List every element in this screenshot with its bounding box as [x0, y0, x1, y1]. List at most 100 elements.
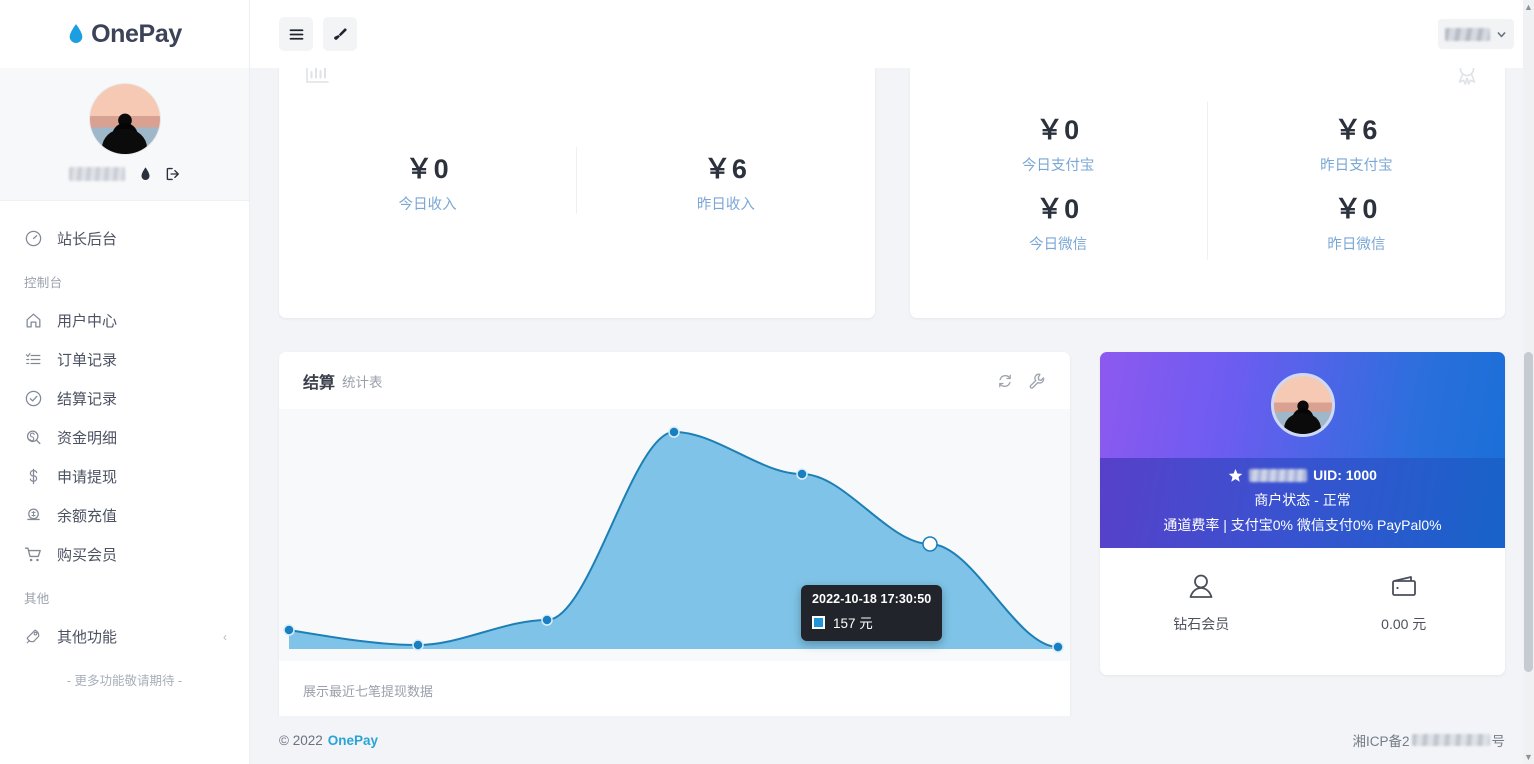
- profile-username-redacted: [68, 167, 125, 181]
- sidebar-item-label: 结算记录: [57, 391, 118, 408]
- water-drop-icon: [69, 24, 83, 43]
- sidebar-item-other-functions[interactable]: 其他功能 ‹: [0, 617, 249, 656]
- footer-brand[interactable]: OnePay: [328, 733, 378, 748]
- sidebar-item-withdraw[interactable]: 申请提现: [0, 457, 249, 496]
- sidebar-footer-note: - 更多功能敬请期待 -: [66, 674, 183, 688]
- member-username-redacted: [1249, 468, 1308, 482]
- chart-subtitle: 统计表: [342, 374, 383, 390]
- check-circle-icon: [25, 390, 42, 407]
- profile-row: [0, 166, 249, 182]
- dollar-icon: [29, 468, 38, 485]
- sidebar-item-label: 其他功能: [57, 629, 118, 646]
- chart-plot-area[interactable]: 2022-10-18 17:30:50 157 元: [279, 409, 1070, 661]
- wallet-icon: [1391, 576, 1416, 596]
- star-icon: [1228, 468, 1243, 482]
- account-select[interactable]: [1438, 19, 1514, 49]
- sidebar-item-admin[interactable]: 站长后台: [0, 219, 249, 258]
- sidebar-item-label: 余额充值: [57, 508, 118, 525]
- member-level-cell[interactable]: 钻石会员: [1100, 548, 1303, 658]
- account-value-redacted: [1445, 27, 1490, 41]
- stat-col-today-channels: ￥0 今日支付宝 ￥0 今日微信: [910, 102, 1207, 260]
- icp-number-redacted: [1411, 734, 1490, 746]
- scroll-up-arrow[interactable]: ▲: [1523, 1, 1534, 13]
- stats-row: ￥0 今日收入 ￥6 昨日收入 ￥0 今日支付宝 ￥0 今日微信 ￥6 昨日支付…: [279, 43, 1505, 318]
- chevron-left-icon: ‹: [223, 629, 227, 644]
- chart-title: 结算: [303, 374, 336, 392]
- sidebar-item-label: 订单记录: [57, 352, 118, 369]
- page-scrollbar[interactable]: ▲ ▼: [1523, 0, 1534, 764]
- icp-record: 湘ICP备2 号: [1352, 730, 1505, 750]
- member-card-info: UID: 1000 商户状态 - 正常 通道费率 | 支付宝0% 微信支付0% …: [1100, 458, 1505, 548]
- chart-point[interactable]: [541, 614, 553, 626]
- icp-prefix: 湘ICP备2: [1352, 734, 1410, 749]
- topbar-right: [1438, 19, 1514, 49]
- water-drop-icon[interactable]: [138, 166, 153, 182]
- coin-stack-icon: [27, 508, 40, 521]
- theme-button[interactable]: [323, 17, 357, 51]
- stat-label: 今日微信: [1029, 236, 1088, 253]
- menu-toggle-button[interactable]: [279, 17, 313, 51]
- menu-hamburger-icon: [289, 28, 303, 40]
- main-pane: ￥0 今日收入 ￥6 昨日收入 ￥0 今日支付宝 ￥0 今日微信 ￥6 昨日支付…: [250, 0, 1534, 764]
- settlement-chart-card: 结算 统计表 2022-10-18 17:30:50 157 元 展示最近七笔提…: [279, 352, 1070, 742]
- wrench-icon[interactable]: [1028, 372, 1046, 390]
- member-card-banner: [1100, 352, 1505, 458]
- stat-label: 今日收入: [398, 197, 457, 213]
- sidebar-item-label: 站长后台: [57, 231, 118, 248]
- income-stat-card: ￥0 今日收入 ￥6 昨日收入: [279, 43, 875, 318]
- stat-col-yesterday-channels: ￥6 昨日支付宝 ￥0 昨日微信: [1206, 101, 1505, 260]
- member-balance-cell[interactable]: 0.00 元: [1303, 548, 1506, 658]
- rocket-icon: [26, 629, 40, 644]
- content-area: ￥0 今日收入 ￥6 昨日收入 ￥0 今日支付宝 ￥0 今日微信 ￥6 昨日支付…: [250, 43, 1534, 742]
- chart-card-header: 结算 统计表: [279, 352, 1070, 409]
- brand-logo[interactable]: OnePay: [0, 0, 249, 68]
- sidebar-item-fund-details[interactable]: 资金明细: [0, 418, 249, 457]
- page-footer: © 2022 OnePay 湘ICP备2 号: [250, 716, 1534, 764]
- stat-pair-yesterday-wechat: ￥0 昨日微信: [1208, 181, 1505, 260]
- chart-point[interactable]: [668, 426, 680, 438]
- footer-copyright: © 2022: [279, 732, 323, 748]
- app-root: OnePay 站长后台 控制台 用户中心 订单记录 结算记录 资金明细 申请提现…: [0, 0, 1534, 764]
- cart-icon: [24, 547, 41, 562]
- dashboard-gauge-icon: [25, 230, 42, 247]
- sidebar-item-recharge[interactable]: 余额充值: [0, 496, 249, 535]
- stat-amount: ￥0: [1334, 193, 1379, 224]
- chevron-down-icon: [1497, 31, 1506, 37]
- chart-point[interactable]: [1052, 641, 1064, 653]
- chart-point[interactable]: [412, 639, 424, 651]
- logout-icon[interactable]: [166, 166, 181, 182]
- sidebar-item-order-records[interactable]: 订单记录: [0, 340, 249, 379]
- channel-stat-card: ￥0 今日支付宝 ￥0 今日微信 ￥6 昨日支付宝 ￥0 昨日微信: [909, 43, 1505, 318]
- chart-point[interactable]: [796, 468, 808, 480]
- member-avatar: [1270, 373, 1335, 437]
- avatar: [89, 84, 160, 154]
- income-stat-grid: ￥0 今日收入 ￥6 昨日收入: [279, 43, 875, 318]
- sidebar-item-buy-membership[interactable]: 购买会员: [0, 535, 249, 574]
- chart-point-hovered[interactable]: [922, 536, 938, 552]
- brand-name: OnePay: [91, 19, 182, 48]
- chart-point[interactable]: [283, 624, 295, 636]
- member-card-footer: 钻石会员 0.00 元: [1100, 548, 1505, 658]
- stat-pair-today-alipay: ￥0 今日支付宝: [910, 102, 1207, 181]
- stat-amount: ￥0: [405, 154, 450, 184]
- icp-suffix: 号: [1491, 734, 1506, 749]
- chart-tools: [996, 372, 1046, 390]
- stat-label: 今日支付宝: [1021, 157, 1095, 174]
- search-money-icon: [26, 430, 41, 445]
- scrollbar-thumb[interactable]: [1524, 352, 1533, 672]
- sidebar-item-label: 购买会员: [57, 547, 118, 564]
- lower-row: 结算 统计表 2022-10-18 17:30:50 157 元 展示最近七笔提…: [279, 352, 1505, 742]
- member-uid: UID: 1000: [1313, 467, 1377, 483]
- topbar: [250, 0, 1534, 68]
- home-icon: [26, 313, 41, 328]
- refresh-icon[interactable]: [996, 372, 1014, 390]
- user-icon: [1189, 574, 1213, 598]
- stat-amount: ￥6: [1334, 114, 1379, 145]
- scroll-down-arrow[interactable]: ▼: [1523, 751, 1534, 763]
- sidebar-item-user-center[interactable]: 用户中心: [0, 301, 249, 340]
- stat-pair-today-wechat: ￥0 今日微信: [910, 181, 1207, 260]
- stat-col-today-income: ￥0 今日收入: [279, 147, 576, 214]
- member-balance-label: 0.00 元: [1381, 616, 1427, 632]
- stat-col-yesterday-income: ￥6 昨日收入: [576, 147, 874, 214]
- sidebar-item-settlement-records[interactable]: 结算记录: [0, 379, 249, 418]
